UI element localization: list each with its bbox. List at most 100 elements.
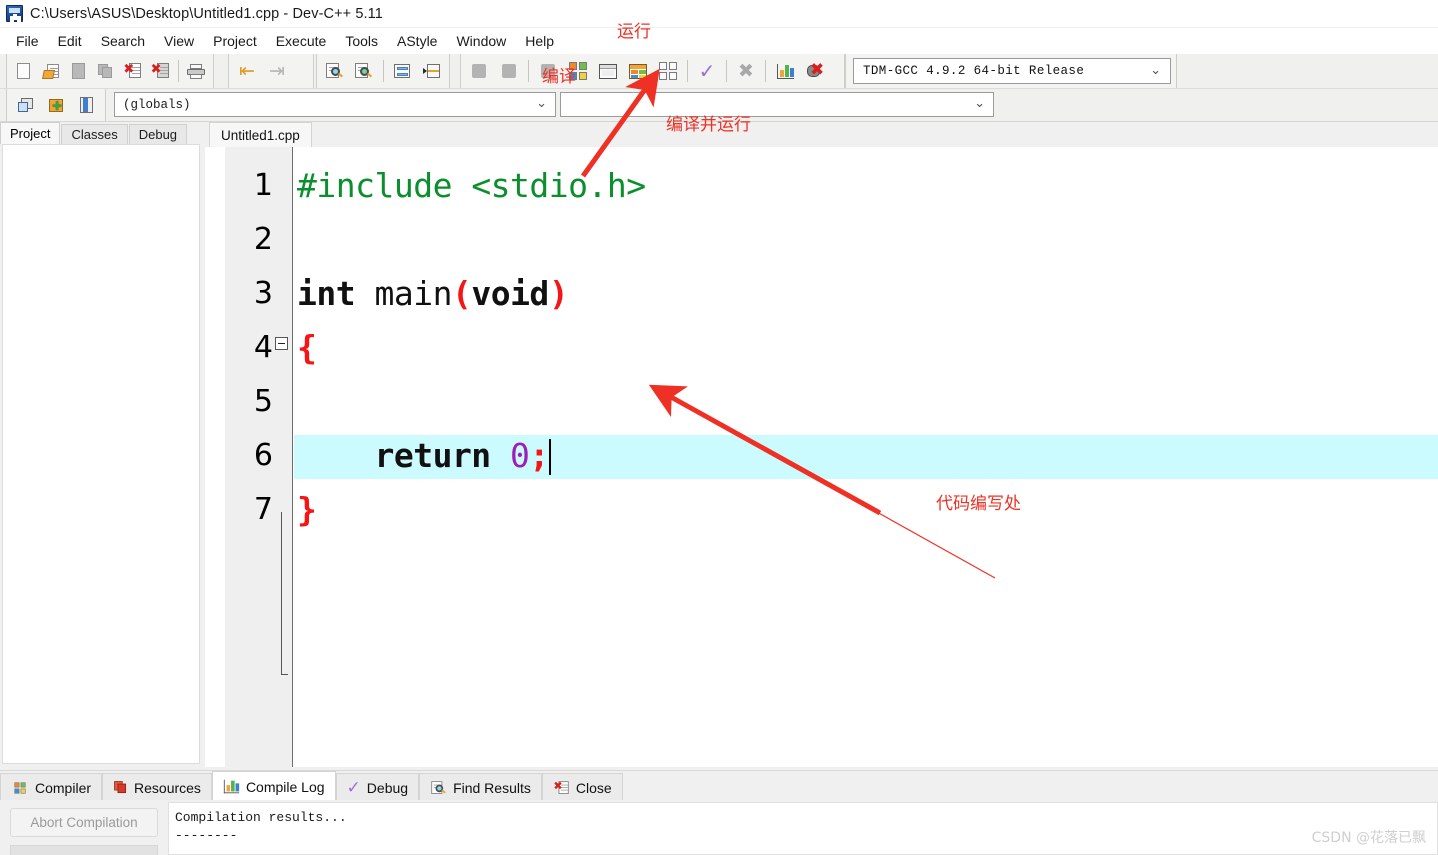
menu-item-window[interactable]: Window	[447, 30, 516, 52]
tab-compiler-label: Compiler	[35, 779, 92, 796]
delete-profile-button[interactable]: ✖	[802, 58, 828, 84]
open-file-button[interactable]	[39, 58, 62, 84]
save-file-button[interactable]	[67, 58, 90, 84]
profile-button[interactable]	[772, 58, 798, 84]
code-line[interactable]: 4{	[205, 321, 1438, 375]
toolbar-separator	[528, 60, 529, 82]
tab-close-output[interactable]: ✖ Close	[541, 773, 623, 801]
back-arrow-icon	[472, 64, 486, 78]
run-button[interactable]	[595, 58, 621, 84]
menu-item-help[interactable]: Help	[516, 30, 564, 52]
toolbar-separator	[177, 60, 179, 82]
add-member-icon: ✚	[48, 98, 64, 113]
forward-button[interactable]	[496, 58, 522, 84]
code-text: {	[297, 328, 317, 367]
editor-tabs: Untitled1.cpp	[209, 122, 312, 147]
code-line[interactable]: 2	[205, 213, 1438, 267]
main-toolbar: ✖ ✖ ⇤ ⇥ ✓ ✖ ✖ TDM-GCC 4.9.2 64-bit Relea…	[0, 54, 1438, 89]
menu-item-view[interactable]: View	[155, 30, 204, 52]
line-number: 2	[253, 222, 273, 257]
output-panel-tabs: Compiler Resources Compile Log ✓ Debug F…	[0, 770, 1438, 801]
line-number: 3	[253, 276, 273, 311]
undo-button[interactable]: ⇤	[234, 58, 260, 84]
debug-check-icon: ✓	[346, 777, 361, 798]
chevron-down-icon: ⌄	[974, 96, 985, 111]
menu-item-project[interactable]: Project	[204, 30, 267, 52]
rebuild-all-button[interactable]	[655, 58, 681, 84]
toolbar-group-build: ✓ ✖ ✖	[460, 54, 845, 88]
goto-function-button[interactable]	[389, 58, 414, 84]
replace-button[interactable]	[351, 58, 376, 84]
tab-resources[interactable]: Resources	[102, 773, 212, 801]
member-combo[interactable]: ⌄	[560, 92, 994, 117]
code-line[interactable]: 7}	[205, 483, 1438, 537]
compile-log-bars-icon	[223, 779, 240, 794]
toolbar-separator	[687, 60, 688, 82]
abort-compilation-button[interactable]: Abort Compilation	[10, 808, 158, 837]
compile-run-button[interactable]	[625, 58, 651, 84]
fold-toggle-icon[interactable]	[275, 337, 288, 350]
menu-item-tools[interactable]: Tools	[336, 30, 388, 52]
code-line[interactable]: 1 #include <stdio.h>	[205, 159, 1438, 213]
tab-find-results[interactable]: Find Results	[419, 773, 542, 801]
new-file-icon	[17, 63, 31, 79]
print-button[interactable]	[185, 58, 208, 84]
compile-log-text: Compilation results... --------	[168, 802, 1438, 855]
new-file-button[interactable]	[12, 58, 35, 84]
annotation-compile-and-run: 编译并运行	[666, 115, 751, 135]
scope-combo[interactable]: (globals) ⌄	[114, 92, 556, 117]
tab-resources-label: Resources	[134, 779, 201, 796]
code-line[interactable]: 5	[205, 375, 1438, 429]
tab-compiler[interactable]: Compiler	[0, 773, 103, 801]
tab-classes[interactable]: Classes	[61, 124, 128, 144]
progress-bar	[10, 845, 158, 855]
close-all-button[interactable]: ✖	[148, 58, 171, 84]
close-all-icon: ✖	[151, 63, 169, 79]
project-tree-view[interactable]	[2, 144, 200, 764]
check-mark-icon: ✓	[698, 59, 716, 83]
tab-debug[interactable]: Debug	[128, 124, 188, 144]
back-button[interactable]	[466, 58, 492, 84]
tab-close-label: Close	[575, 779, 612, 796]
clean-button[interactable]: ✖	[733, 58, 759, 84]
close-x-icon: ✖	[553, 781, 569, 795]
code-line[interactable]: 6 return 0;	[205, 429, 1438, 483]
code-lines[interactable]: 1 #include <stdio.h> 2 3 int main(void) 4{5 6 …	[205, 147, 1438, 767]
new-class-button[interactable]	[13, 92, 39, 118]
syntax-check-button[interactable]: ✓	[694, 58, 720, 84]
line-number: 5	[253, 384, 273, 419]
save-all-button[interactable]	[94, 58, 117, 84]
save-all-icon	[98, 63, 113, 79]
compiler-set-value: TDM-GCC 4.9.2 64-bit Release	[863, 64, 1085, 78]
find-button[interactable]	[322, 58, 347, 84]
code-line[interactable]: 3 int main(void)	[205, 267, 1438, 321]
tab-project[interactable]: Project	[0, 122, 61, 144]
toolbar-group-search	[316, 54, 450, 88]
compiler-set-select[interactable]: TDM-GCC 4.9.2 64-bit Release ⌄	[853, 58, 1171, 84]
menu-item-edit[interactable]: Edit	[49, 30, 92, 52]
line-number: 4	[253, 330, 273, 365]
line-number: 6	[253, 438, 273, 473]
close-file-button[interactable]: ✖	[121, 58, 144, 84]
profile-bars-icon	[776, 63, 794, 79]
menu-item-file[interactable]: File	[7, 30, 49, 52]
toolbar-separator	[726, 60, 727, 82]
devcpp-icon	[6, 5, 23, 22]
csdn-watermark: CSDN @花落已飘	[1311, 830, 1426, 846]
redo-button[interactable]: ⇥	[264, 58, 290, 84]
menu-item-search[interactable]: Search	[92, 30, 155, 52]
add-member-button[interactable]: ✚	[43, 92, 69, 118]
tab-compile-log-label: Compile Log	[245, 778, 325, 795]
menu-item-execute[interactable]: Execute	[267, 30, 337, 52]
tab-compile-log[interactable]: Compile Log	[211, 771, 336, 801]
tab-debug-output[interactable]: ✓ Debug	[335, 773, 420, 801]
code-text: return 0;	[297, 436, 551, 475]
toolbar-group-class: ✚	[6, 89, 106, 121]
code-editor[interactable]: 1 #include <stdio.h> 2 3 int main(void) 4{5 6 …	[205, 147, 1438, 767]
find-results-icon	[431, 780, 446, 795]
menu-item-astyle[interactable]: AStyle	[388, 30, 447, 52]
goto-line-button[interactable]	[419, 58, 444, 84]
browser-button[interactable]	[73, 92, 99, 118]
printer-icon	[187, 63, 206, 79]
editor-tab-untitled1[interactable]: Untitled1.cpp	[209, 122, 312, 147]
